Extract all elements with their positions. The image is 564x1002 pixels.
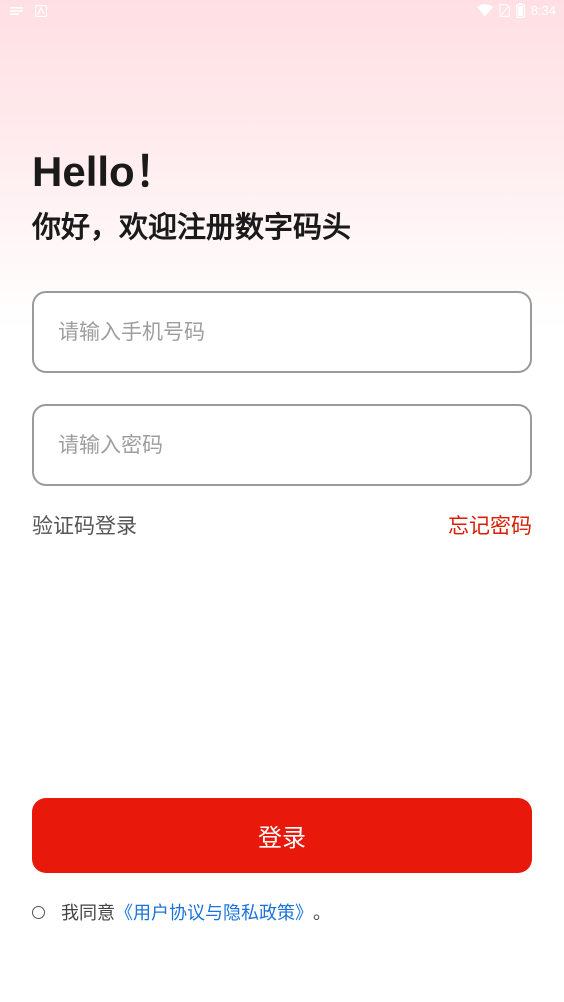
login-screen: 8:34 Hello！ 你好，欢迎注册数字码头 验证码登录 忘记密码 登录 我同… <box>0 0 564 1002</box>
agreement-row: 我同意 《用户协议与隐私政策》 。 <box>32 898 331 926</box>
hello-title: Hello！ <box>32 148 177 195</box>
keyboard-icon <box>35 5 47 17</box>
sms-login-link[interactable]: 验证码登录 <box>32 512 137 540</box>
welcome-subtitle: 你好，欢迎注册数字码头 <box>32 210 352 244</box>
status-left-icons <box>10 5 47 17</box>
status-bar: 8:34 <box>0 0 564 24</box>
forgot-password-link[interactable]: 忘记密码 <box>448 512 532 540</box>
phone-field[interactable] <box>32 291 532 373</box>
agreement-policy-link[interactable]: 《用户协议与隐私政策》 <box>115 899 313 925</box>
status-right-icons: 8:34 <box>476 3 556 18</box>
wifi-icon <box>476 4 493 17</box>
status-time: 8:34 <box>530 3 556 18</box>
battery-icon <box>515 3 525 18</box>
agreement-prefix: 我同意 <box>61 903 115 924</box>
password-input[interactable] <box>58 406 508 484</box>
phone-input[interactable] <box>58 293 508 371</box>
notification-icon <box>10 6 23 16</box>
password-field[interactable] <box>32 404 532 486</box>
agreement-suffix: 。 <box>313 903 331 924</box>
agreement-checkbox[interactable] <box>32 905 45 919</box>
login-button[interactable]: 登录 <box>32 798 532 873</box>
sim-icon <box>499 4 510 17</box>
